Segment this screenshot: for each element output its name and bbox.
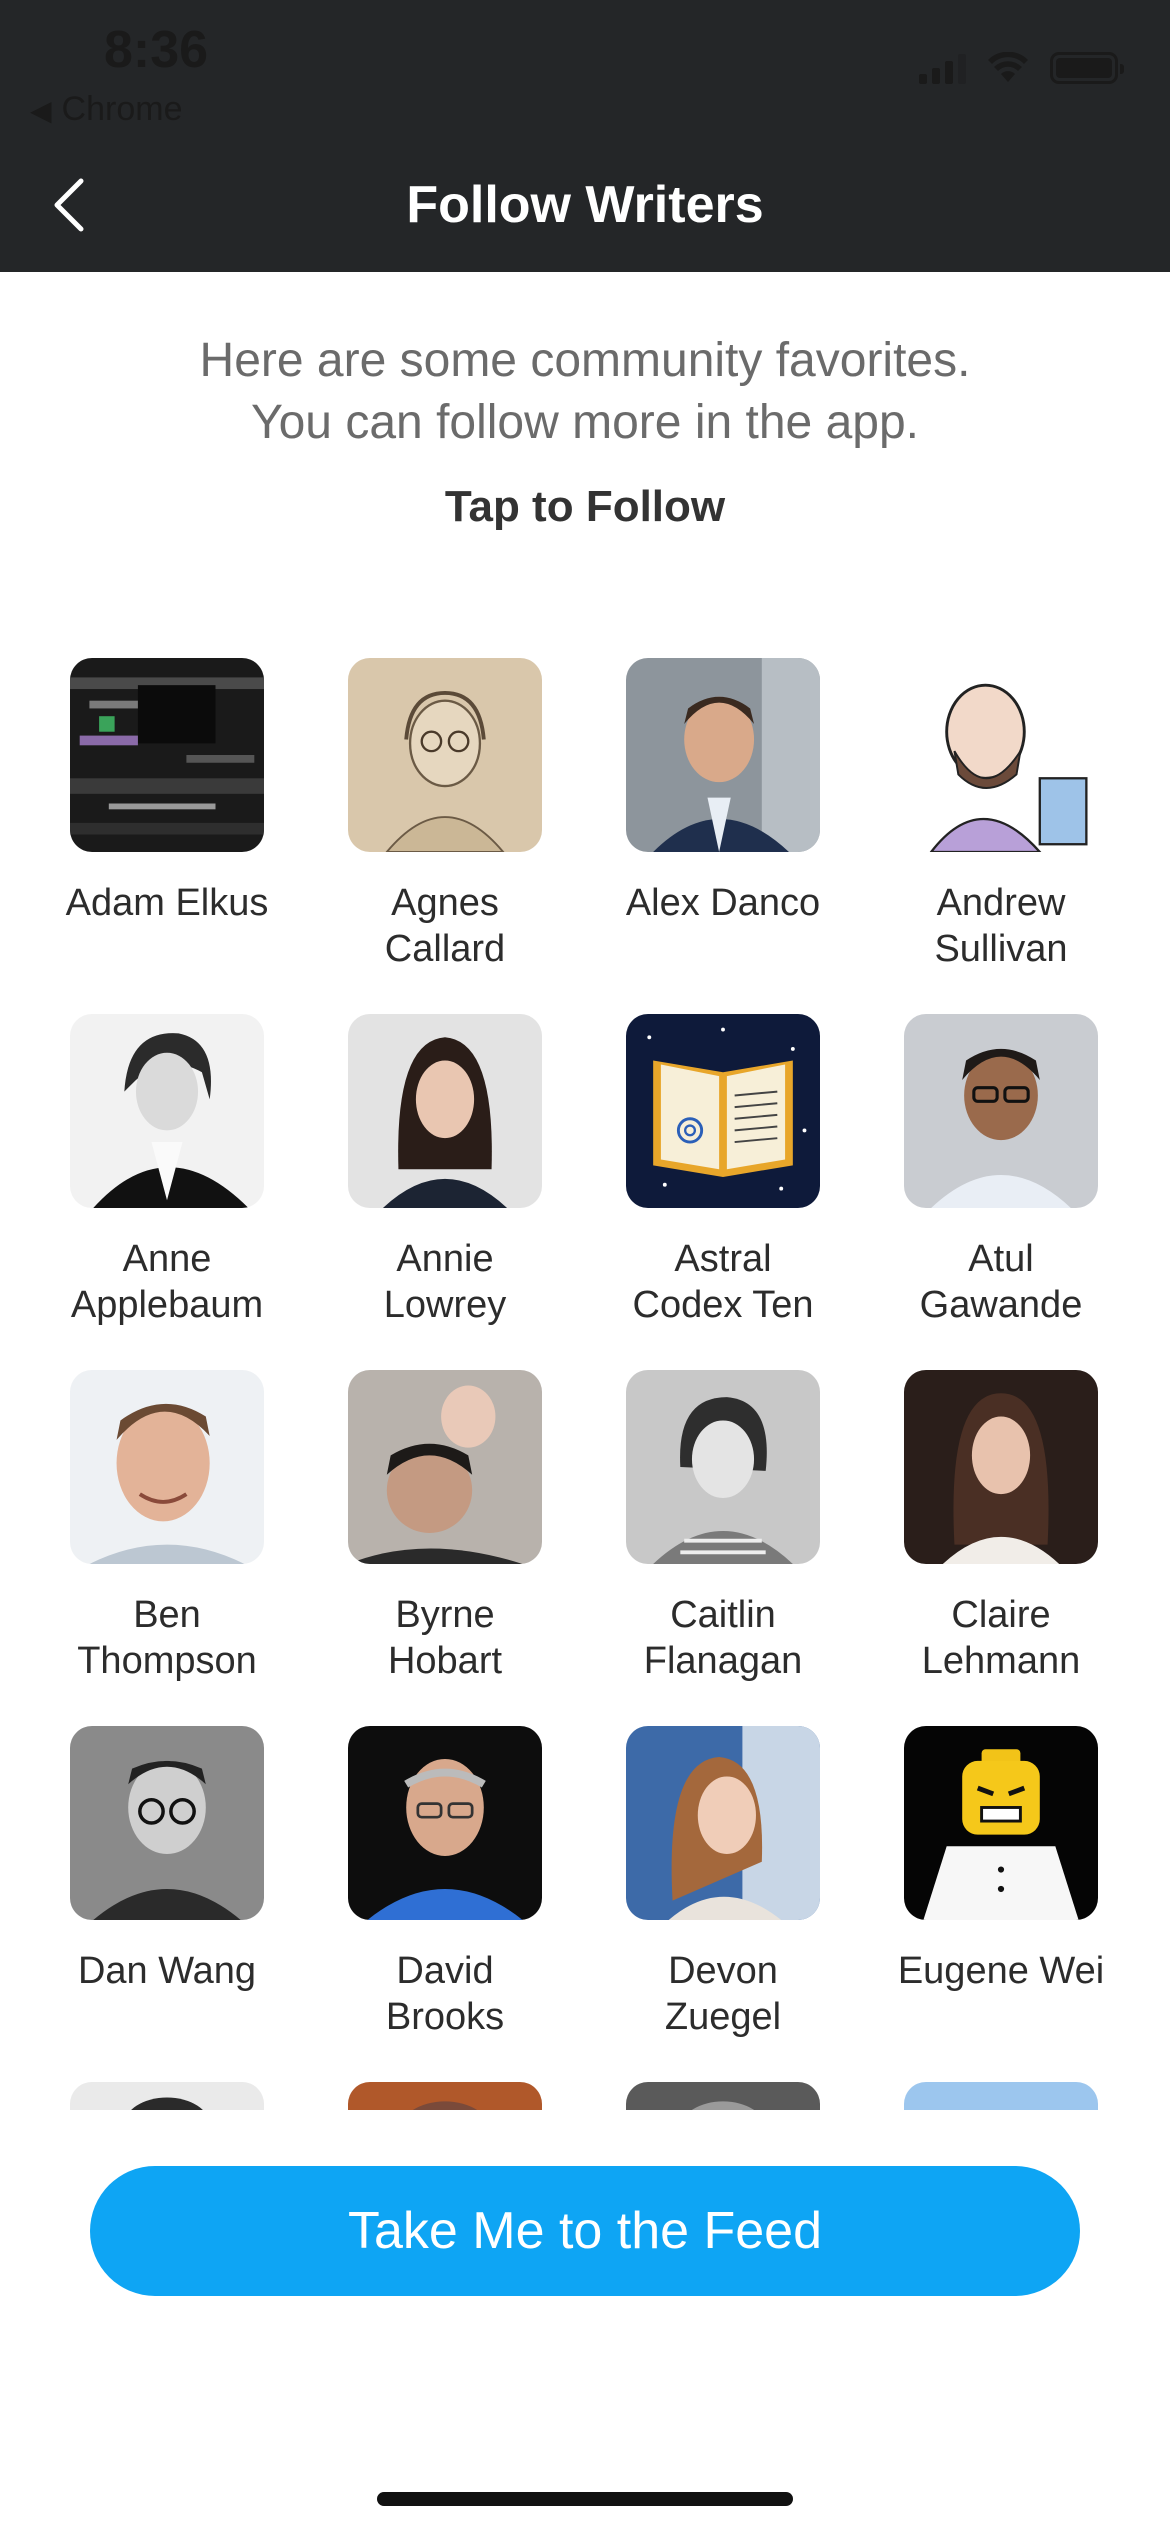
- photo-portrait-image: [626, 1726, 820, 1920]
- writer-name: Atul Gawande: [919, 1238, 1083, 1326]
- writer-name: Adam Elkus: [65, 882, 269, 924]
- avatar: [70, 1726, 264, 1920]
- writer-name: Byrne Hobart: [387, 1594, 503, 1682]
- avatar: [904, 1370, 1098, 1564]
- glitch-avatar-image: [70, 658, 264, 852]
- writer-alex-danco[interactable]: Alex Danco: [584, 658, 862, 926]
- writer-eugene-wei[interactable]: Eugene Wei: [862, 1726, 1140, 1994]
- follow-writers-screen: 8:36 ◀ Chrome Follow Writers Here are som…: [0, 0, 1170, 2532]
- writer-name: Agnes Callard: [384, 882, 506, 970]
- photo-portrait-image: [904, 1370, 1098, 1564]
- writer-byrne-hobart[interactable]: Byrne Hobart: [306, 1370, 584, 1684]
- photo-portrait-image: [626, 658, 820, 852]
- photo-portrait-image: [348, 1370, 542, 1564]
- cellular-signal-icon: [919, 52, 966, 84]
- avatar: [348, 1370, 542, 1564]
- page-title: Follow Writers: [406, 176, 764, 234]
- photo-portrait-image: [348, 1726, 542, 1920]
- photo-portrait-image: [904, 2082, 1098, 2110]
- photo-portrait-image: [348, 1014, 542, 1208]
- writer-partial-1[interactable]: [28, 2082, 306, 2110]
- avatar: [904, 1726, 1098, 1920]
- writer-adam-elkus[interactable]: Adam Elkus: [28, 658, 306, 926]
- writer-anne-applebaum[interactable]: Anne Applebaum: [28, 1014, 306, 1328]
- bw-portrait-image: [70, 1726, 264, 1920]
- sketch-portrait-image: [348, 658, 542, 852]
- intro-text: Here are some community favorites. You c…: [0, 330, 1170, 454]
- avatar: [626, 658, 820, 852]
- writer-name: Eugene Wei: [897, 1950, 1105, 1992]
- avatar: [70, 658, 264, 852]
- writer-astral-codex-ten[interactable]: Astral Codex Ten: [584, 1014, 862, 1328]
- writer-name: Astral Codex Ten: [632, 1238, 814, 1326]
- status-time: 8:36: [104, 21, 209, 79]
- writer-name: Caitlin Flanagan: [643, 1594, 803, 1682]
- avatar: [70, 1370, 264, 1564]
- back-triangle-icon: ◀: [30, 95, 52, 126]
- avatar: [70, 1014, 264, 1208]
- header-bar: 8:36 ◀ Chrome Follow Writers: [0, 0, 1170, 272]
- writer-name: Dan Wang: [77, 1950, 257, 1992]
- writer-name: Claire Lehmann: [921, 1594, 1081, 1682]
- photo-portrait-image: [70, 1370, 264, 1564]
- wifi-icon: [988, 52, 1028, 82]
- writer-caitlin-flanagan[interactable]: Caitlin Flanagan: [584, 1370, 862, 1684]
- writer-david-brooks[interactable]: David Brooks: [306, 1726, 584, 2040]
- open-book-logo-image: [626, 1014, 820, 1208]
- avatar: [626, 2082, 820, 2110]
- status-icons: [919, 52, 1124, 84]
- home-indicator[interactable]: [377, 2492, 793, 2506]
- intro-line-1: Here are some community favorites.: [199, 334, 971, 387]
- avatar: [348, 2082, 542, 2110]
- avatar: [70, 2082, 264, 2110]
- status-back-app-label: Chrome: [61, 90, 183, 128]
- lego-figure-image: [904, 1726, 1098, 1920]
- avatar: [904, 1014, 1098, 1208]
- writer-claire-lehmann[interactable]: Claire Lehmann: [862, 1370, 1140, 1684]
- intro-line-2: You can follow more in the app.: [251, 396, 919, 449]
- avatar: [348, 1726, 542, 1920]
- writer-annie-lowrey[interactable]: Annie Lowrey: [306, 1014, 584, 1328]
- cartoon-avatar-image: [904, 658, 1098, 852]
- writer-name: David Brooks: [385, 1950, 505, 2038]
- writers-grid: Adam Elkus Agnes Callard Alex Danco Andr…: [0, 650, 1170, 2110]
- take-me-to-feed-button[interactable]: Take Me to the Feed: [90, 2166, 1080, 2296]
- avatar: [626, 1726, 820, 1920]
- writer-andrew-sullivan[interactable]: Andrew Sullivan: [862, 658, 1140, 972]
- writer-agnes-callard[interactable]: Agnes Callard: [306, 658, 584, 972]
- status-back-to-app[interactable]: ◀ Chrome: [30, 90, 182, 129]
- avatar: [904, 2082, 1098, 2110]
- writer-atul-gawande[interactable]: Atul Gawande: [862, 1014, 1140, 1328]
- writer-partial-3[interactable]: [584, 2082, 862, 2110]
- avatar: [626, 1014, 820, 1208]
- writer-name: Annie Lowrey: [383, 1238, 507, 1326]
- writer-dan-wang[interactable]: Dan Wang: [28, 1726, 306, 1994]
- writer-name: Andrew Sullivan: [934, 882, 1068, 970]
- writer-partial-2[interactable]: [306, 2082, 584, 2110]
- avatar: [626, 1370, 820, 1564]
- writer-partial-4[interactable]: [862, 2082, 1140, 2110]
- battery-icon: [1050, 52, 1124, 84]
- photo-portrait-image: [70, 2082, 264, 2110]
- writer-name: Alex Danco: [625, 882, 821, 924]
- photo-portrait-image: [348, 2082, 542, 2110]
- avatar: [348, 658, 542, 852]
- bw-portrait-image: [626, 1370, 820, 1564]
- photo-portrait-image: [626, 2082, 820, 2110]
- writer-ben-thompson[interactable]: Ben Thompson: [28, 1370, 306, 1684]
- tap-to-follow-label: Tap to Follow: [444, 482, 726, 531]
- photo-portrait-image: [904, 1014, 1098, 1208]
- writer-name: Ben Thompson: [77, 1594, 257, 1682]
- avatar: [904, 658, 1098, 852]
- avatar: [348, 1014, 542, 1208]
- writer-devon-zuegel[interactable]: Devon Zuegel: [584, 1726, 862, 2040]
- writer-name: Devon Zuegel: [664, 1950, 782, 2038]
- writer-name: Anne Applebaum: [70, 1238, 264, 1326]
- bw-portrait-image: [70, 1014, 264, 1208]
